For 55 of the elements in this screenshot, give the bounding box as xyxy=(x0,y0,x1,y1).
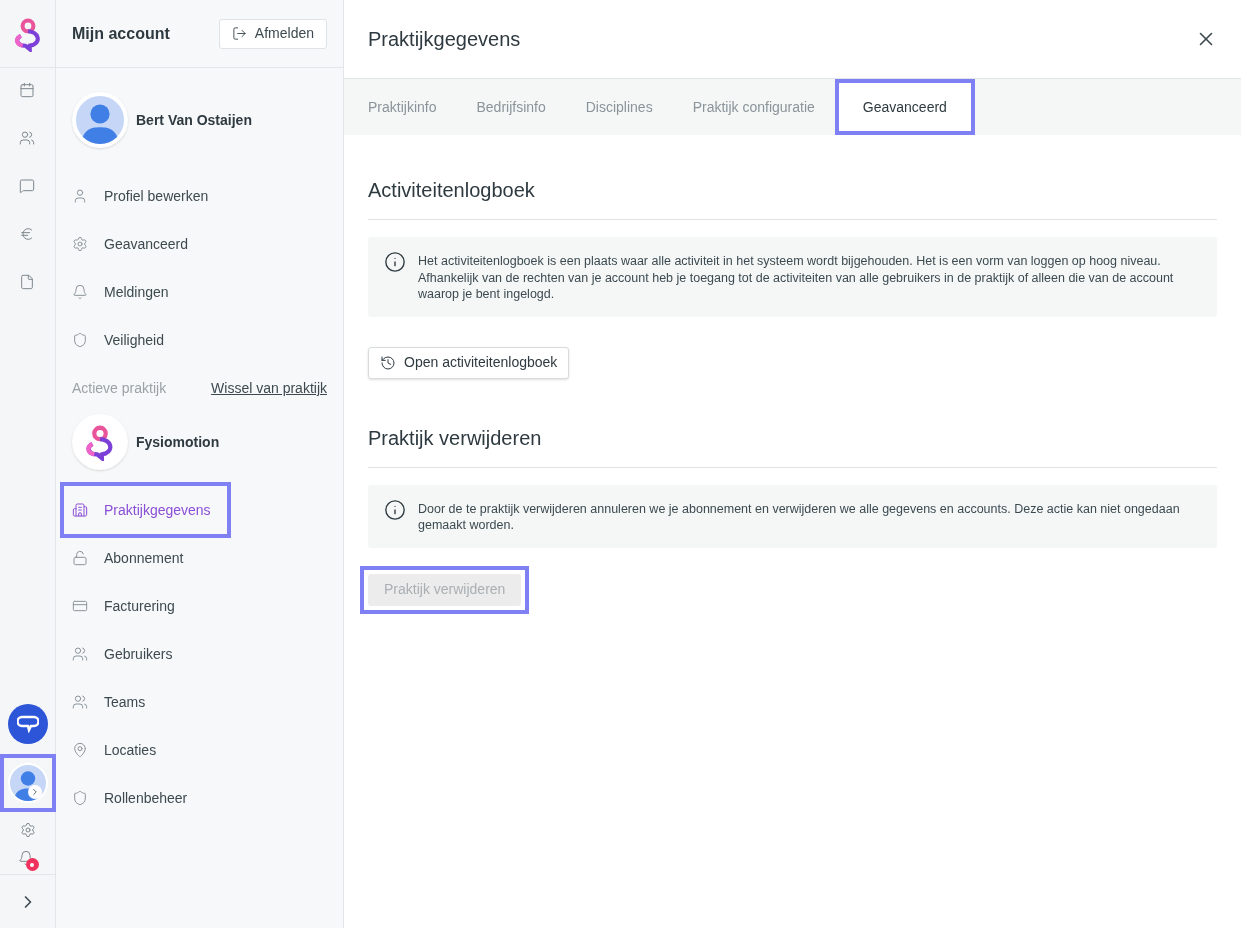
settings-icon xyxy=(19,822,36,838)
users-button[interactable] xyxy=(18,130,37,148)
logout-button[interactable]: Afmelden xyxy=(218,18,327,49)
chat-button[interactable] xyxy=(18,178,37,196)
menu-item[interactable]: Veiligheid xyxy=(64,316,180,364)
menu-item[interactable]: Praktijkgegevens xyxy=(64,486,227,534)
card-icon xyxy=(72,598,88,614)
section-label: Actieve praktijk xyxy=(72,378,167,398)
section-heading: Praktijk verwijderen xyxy=(368,422,1217,468)
switch-practice-link[interactable]: Wissel van praktijk xyxy=(211,377,327,399)
users-icon xyxy=(72,646,88,662)
avatar-icon xyxy=(7,762,48,803)
settings-icon xyxy=(72,236,88,252)
open-log-button[interactable]: Open activiteitenlogboek xyxy=(368,346,570,379)
shield-icon xyxy=(72,332,88,348)
bell-icon xyxy=(17,850,34,866)
tab[interactable]: Geavanceerd xyxy=(834,79,975,135)
lock-icon xyxy=(72,550,88,566)
menu-item[interactable]: Rollenbeheer xyxy=(64,774,204,822)
menu-item[interactable]: Abonnement xyxy=(64,534,200,582)
section-heading: Activiteitenlogboek xyxy=(368,175,1217,220)
shield-icon xyxy=(72,790,88,806)
info-text: Door de te praktijk verwijderen annuleren we je abonnement en verwijderen we alle gegevens en accounts. Deze actie kan niet ongedaan gemaakt worden. xyxy=(418,500,1181,534)
user-icon xyxy=(72,188,88,204)
menu-item[interactable]: Locaties xyxy=(64,726,173,774)
settings-button[interactable] xyxy=(19,822,36,838)
user-name: Bert Van Ostaijen xyxy=(136,110,252,130)
info-text: Het activiteitenlogboek is een plaats waar alle activiteit in het systeem wordt bijgehouden. Het is een vorm van loggen op hoog niveau. Afhankelijk van de rechten van je account heb je toegang tot de activiteiten van alle gebruikers in de praktijk of alleen die van de account waarop je bent ingelogd. xyxy=(418,253,1175,303)
menu-item[interactable]: Facturering xyxy=(64,582,191,630)
chat-button[interactable] xyxy=(7,704,48,744)
chat-icon xyxy=(18,178,35,194)
menu-item[interactable]: Profiel bewerken xyxy=(64,172,225,220)
speech-bubble-icon xyxy=(16,715,39,733)
calendar-button[interactable] xyxy=(18,82,37,100)
panel-title: Praktijkgegevens xyxy=(368,27,521,52)
menu-item[interactable]: Meldingen xyxy=(64,268,185,316)
document-icon xyxy=(18,274,35,290)
info-icon xyxy=(384,498,406,521)
history-icon xyxy=(380,354,396,371)
menu-item[interactable]: Geavanceerd xyxy=(64,220,205,268)
user-menu-button[interactable] xyxy=(0,754,56,812)
calendar-icon xyxy=(18,82,35,98)
euro-icon xyxy=(18,226,35,242)
sidebar-title: Mijn account xyxy=(72,23,170,44)
users-icon xyxy=(72,694,88,710)
bell-icon xyxy=(72,284,88,300)
users-icon xyxy=(18,130,35,146)
map-pin-icon xyxy=(72,742,88,758)
menu-item[interactable]: Teams xyxy=(64,678,162,726)
menu-item[interactable]: Gebruikers xyxy=(64,630,189,678)
avatar-icon xyxy=(72,92,128,148)
building-icon xyxy=(72,502,88,518)
practice-name: Fysiomotion xyxy=(136,432,220,452)
logout-icon xyxy=(231,26,247,41)
info-icon xyxy=(384,251,406,273)
